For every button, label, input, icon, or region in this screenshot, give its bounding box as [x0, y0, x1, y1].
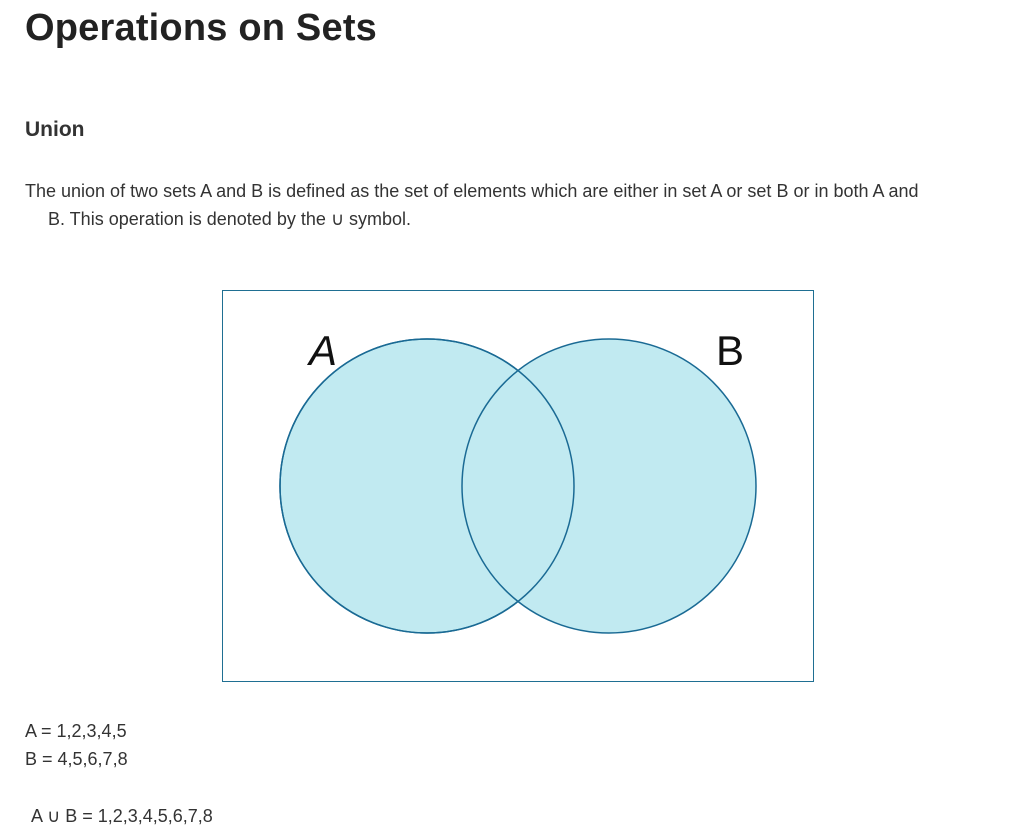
- description-line-1: The union of two sets A and B is defined…: [25, 181, 919, 201]
- set-b-definition: B = 4,5,6,7,8: [25, 749, 128, 769]
- set-b-label: B: [716, 327, 744, 374]
- description-line-2: B. This operation is denoted by the ∪ sy…: [48, 209, 412, 229]
- section-heading-union: Union: [25, 118, 85, 141]
- set-b-circle: [461, 338, 757, 634]
- union-result: A ∪ B = 1,2,3,4,5,6,7,8: [31, 806, 213, 826]
- page-title: Operations on Sets: [25, 7, 378, 49]
- set-a-definition: A = 1,2,3,4,5: [25, 721, 127, 741]
- set-a-label: A: [306, 327, 337, 374]
- union-description: The union of two sets A and B is defined…: [25, 177, 1015, 233]
- venn-diagram: A B: [279, 327, 757, 634]
- venn-diagram-frame: A B: [222, 290, 814, 682]
